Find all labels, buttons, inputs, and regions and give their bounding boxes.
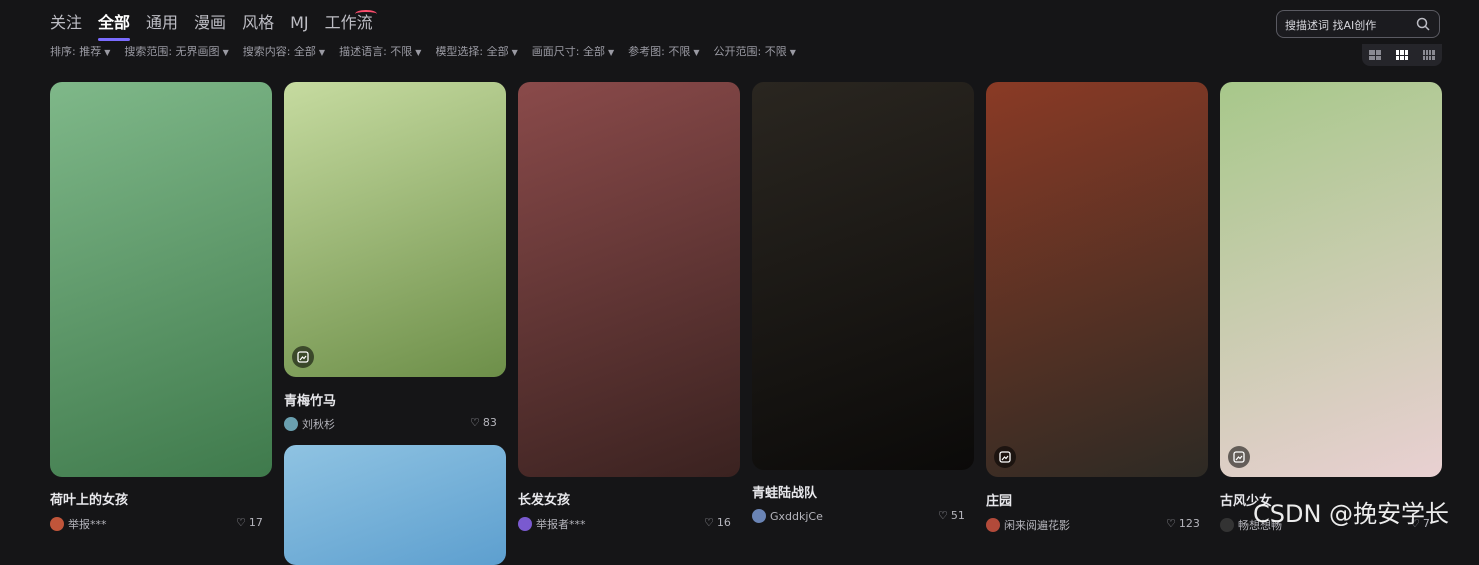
watermark: CSDN @挽安学长	[1253, 500, 1450, 528]
like-count: 51	[950, 509, 965, 522]
tab-mj[interactable]: MJ	[290, 11, 309, 35]
author-name: 闲来阅遍花影	[1004, 519, 1070, 532]
card-image[interactable]	[986, 82, 1208, 477]
filter-reference-label: 参考图: 不限	[628, 46, 691, 58]
like-count: 83	[482, 416, 497, 429]
filter-search-content-label: 搜索内容: 全部	[242, 46, 316, 58]
card-author[interactable]: GxddkjCe	[752, 509, 823, 523]
image-icon	[994, 446, 1016, 468]
card-likes[interactable]: ♡ 51	[938, 509, 965, 522]
chevron-down-icon: ▼	[222, 48, 229, 57]
card-likes[interactable]: ♡ 83	[470, 416, 497, 429]
card-image[interactable]	[1220, 82, 1442, 477]
author-name: 举报***	[68, 518, 107, 531]
like-icon: ♡	[704, 516, 714, 529]
author-name: 举报者***	[536, 518, 586, 531]
grid-small-icon[interactable]	[1422, 50, 1435, 60]
filter-bar: 排序: 推荐 ▼ 搜索范围: 无界画图 ▼ 搜索内容: 全部 ▼ 描述语言: 不限 ▼ …	[50, 46, 796, 60]
card-likes[interactable]: ♡ 123	[1166, 517, 1200, 530]
avatar	[752, 509, 766, 523]
chevron-down-icon: ▼	[415, 48, 422, 57]
filter-sort[interactable]: 排序: 推荐 ▼	[50, 46, 110, 60]
grid-medium-icon[interactable]	[1395, 50, 1408, 60]
like-icon: ♡	[1166, 517, 1176, 530]
image-icon	[1228, 446, 1250, 468]
card-author[interactable]: 刘秋杉	[284, 416, 335, 432]
author-name: GxddkjCe	[770, 509, 823, 523]
tab-general[interactable]: 通用	[146, 11, 178, 35]
avatar	[1220, 518, 1234, 532]
new-indicator	[354, 10, 377, 18]
card-likes[interactable]: ♡ 17	[236, 516, 263, 529]
card-image[interactable]	[284, 445, 506, 565]
card-title[interactable]: 长发女孩	[518, 489, 570, 508]
chevron-down-icon: ▼	[789, 48, 796, 57]
filter-size[interactable]: 画面尺寸: 全部 ▼	[532, 46, 614, 60]
like-count: 16	[716, 516, 731, 529]
like-count: 123	[1178, 517, 1200, 530]
filter-search-scope-label: 搜索范围: 无界画图	[124, 46, 220, 58]
image-icon	[292, 346, 314, 368]
card-image[interactable]	[284, 82, 506, 377]
chevron-down-icon: ▼	[693, 48, 700, 57]
category-tabs: 关注 全部 通用 漫画 风格 MJ 工作流	[50, 10, 389, 41]
tab-follow[interactable]: 关注	[50, 11, 82, 35]
card-likes[interactable]: ♡ 16	[704, 516, 731, 529]
card-image[interactable]	[50, 82, 272, 477]
search-placeholder: 搜描述词 找AI创作	[1285, 19, 1377, 32]
tab-comic[interactable]: 漫画	[194, 11, 226, 35]
grid-large-icon[interactable]	[1369, 50, 1382, 60]
avatar	[50, 517, 64, 531]
avatar	[986, 518, 1000, 532]
filter-language[interactable]: 描述语言: 不限 ▼	[339, 46, 421, 60]
tab-workflow[interactable]: 工作流	[325, 10, 377, 35]
chevron-down-icon: ▼	[318, 48, 326, 57]
card-title[interactable]: 荷叶上的女孩	[50, 489, 128, 508]
filter-sort-label: 排序: 推荐	[50, 46, 102, 58]
search-icon[interactable]	[1415, 16, 1431, 32]
chevron-down-icon: ▼	[104, 48, 111, 57]
card-title[interactable]: 青梅竹马	[284, 390, 336, 409]
author-name: 刘秋杉	[302, 418, 335, 431]
avatar	[284, 417, 298, 431]
card-title[interactable]: 庄园	[986, 490, 1012, 509]
tab-style[interactable]: 风格	[242, 11, 274, 35]
filter-visibility[interactable]: 公开范围: 不限 ▼	[714, 46, 796, 60]
card-title[interactable]: 青蛙陆战队	[752, 482, 817, 501]
chevron-down-icon: ▼	[608, 48, 615, 57]
card-image[interactable]	[752, 82, 974, 470]
search-input[interactable]: 搜描述词 找AI创作	[1276, 10, 1440, 38]
card-author[interactable]: 举报者***	[518, 516, 586, 532]
card-image[interactable]	[518, 82, 740, 477]
chevron-down-icon: ▼	[511, 48, 518, 57]
avatar	[518, 517, 532, 531]
card-author[interactable]: 举报***	[50, 516, 107, 532]
filter-search-scope[interactable]: 搜索范围: 无界画图 ▼	[124, 46, 228, 60]
like-icon: ♡	[470, 416, 480, 429]
filter-reference[interactable]: 参考图: 不限 ▼	[628, 46, 699, 60]
like-icon: ♡	[236, 516, 246, 529]
filter-model-label: 模型选择: 全部	[435, 46, 509, 58]
view-toggle	[1362, 44, 1442, 66]
filter-language-label: 描述语言: 不限	[339, 46, 413, 58]
filter-size-label: 画面尺寸: 全部	[531, 46, 605, 58]
filter-search-content[interactable]: 搜索内容: 全部 ▼	[243, 46, 325, 60]
tab-all[interactable]: 全部	[98, 11, 131, 41]
filter-visibility-label: 公开范围: 不限	[713, 46, 787, 58]
like-icon: ♡	[938, 509, 948, 522]
like-count: 17	[248, 516, 263, 529]
card-author[interactable]: 闲来阅遍花影	[986, 517, 1070, 533]
filter-model[interactable]: 模型选择: 全部 ▼	[435, 46, 517, 60]
